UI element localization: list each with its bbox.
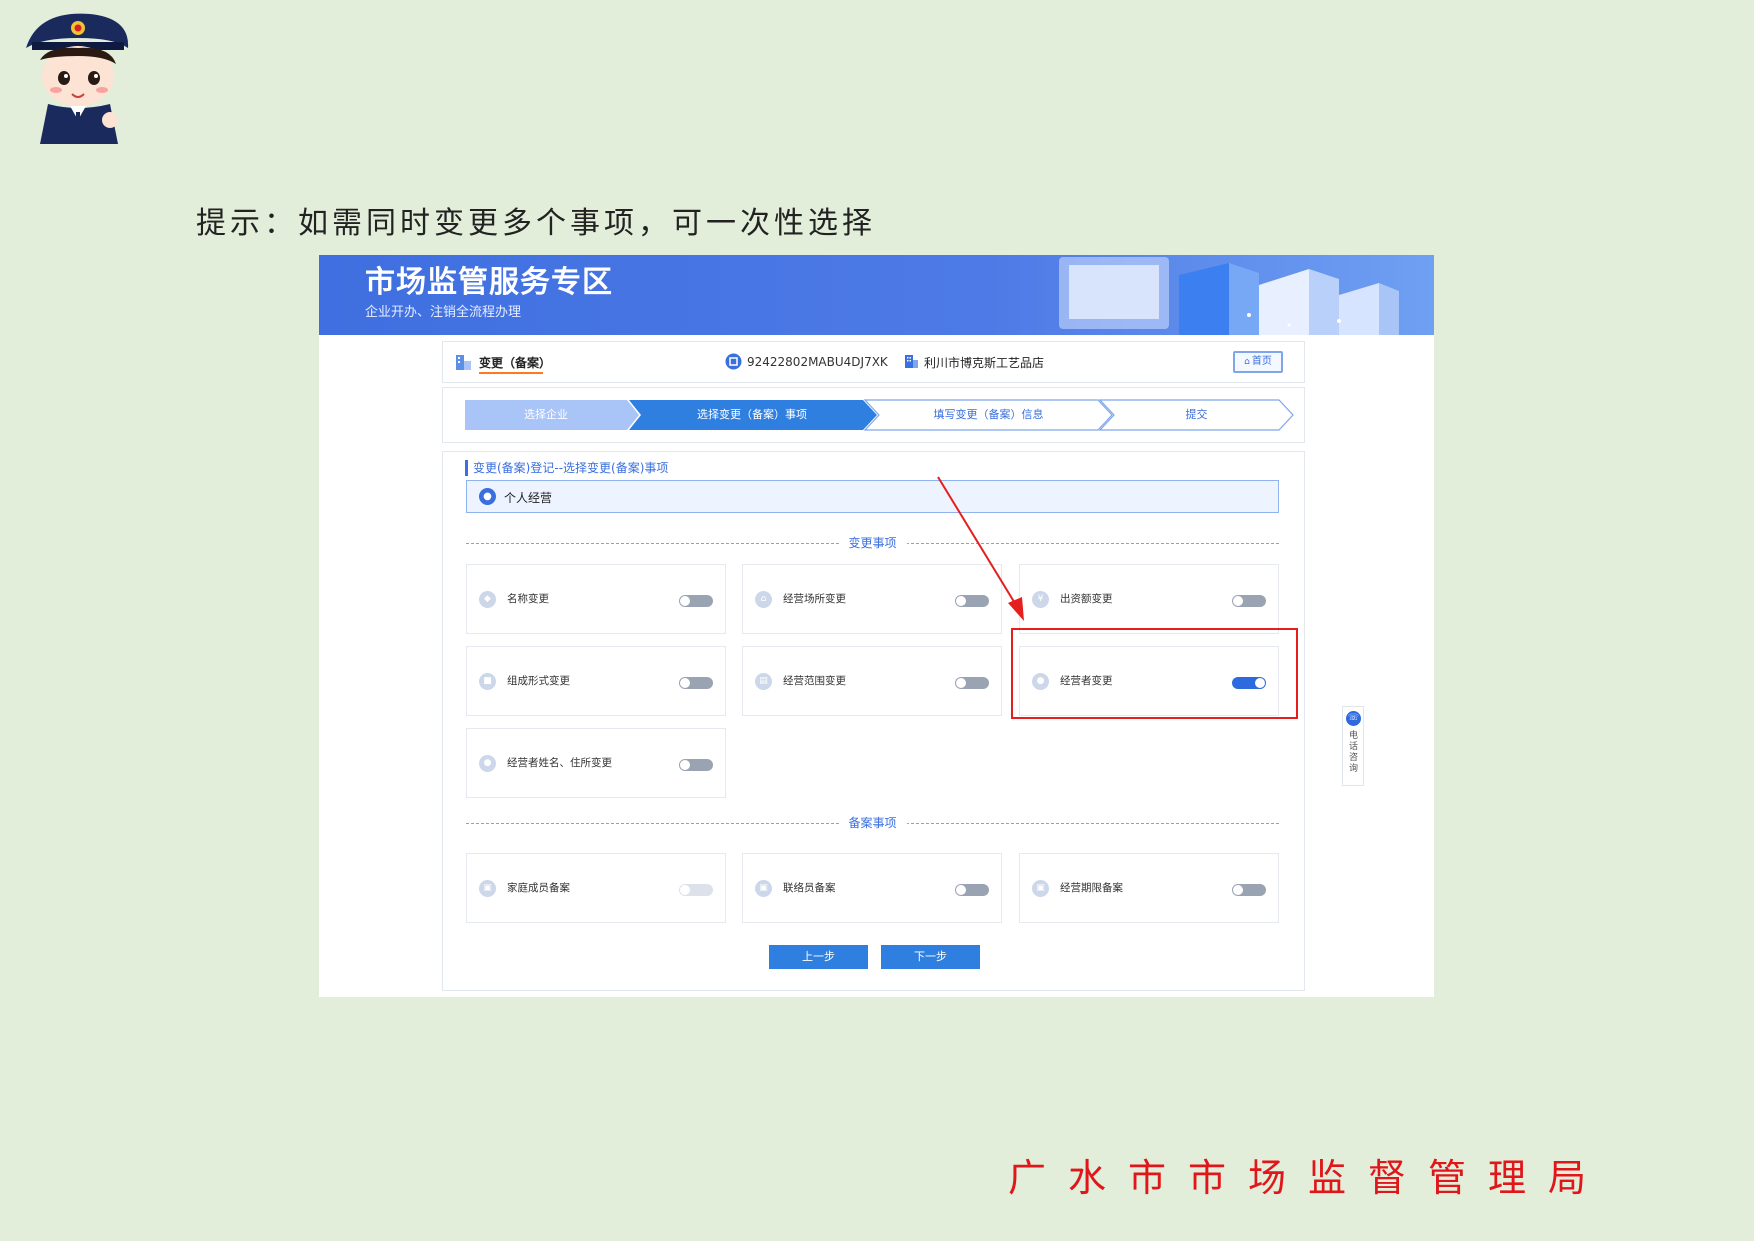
filing-item-toggle[interactable] xyxy=(679,884,713,896)
change-item-card[interactable]: ● 经营者姓名、住所变更 xyxy=(466,728,726,798)
change-items-divider: 变更事项 xyxy=(466,536,1279,550)
step-progress: 选择企业 选择变更（备案）事项 填写变更（备案）信息 提交 xyxy=(442,387,1305,443)
credit-code-icon xyxy=(725,353,742,370)
banner-title: 市场监管服务专区 xyxy=(365,265,613,300)
change-item-label: 名称变更 xyxy=(507,593,549,605)
change-item-card[interactable]: ▤ 经营范围变更 xyxy=(742,646,1002,716)
change-item-card[interactable]: ¥ 出资额变更 xyxy=(1019,564,1279,634)
footer-organization: 广水市市场监督管理局 xyxy=(1008,1156,1609,1200)
phone-consult-tab[interactable]: ☏ 电话咨询 xyxy=(1342,706,1364,786)
title-underline xyxy=(479,372,543,374)
change-item-toggle[interactable] xyxy=(1232,595,1266,607)
change-item-label: 经营范围变更 xyxy=(783,675,846,687)
filing-item-label: 家庭成员备案 xyxy=(507,882,570,894)
home-icon: ⌂ xyxy=(1244,357,1250,367)
building-icon xyxy=(456,355,471,370)
step-select-items: 选择变更（备案）事项 xyxy=(697,408,807,421)
filing-item-card[interactable]: ▣ 经营期限备案 xyxy=(1019,853,1279,923)
tag-icon: ◆ xyxy=(479,591,496,608)
hint-text: 提示：如需同时变更多个事项，可一次性选择 xyxy=(196,206,876,241)
home-button-label: 首页 xyxy=(1251,356,1272,367)
change-item-toggle[interactable] xyxy=(679,595,713,607)
highlight-box xyxy=(1011,628,1298,719)
banner: 市场监管服务专区 企业开办、注销全流程办理 xyxy=(319,255,1434,335)
credit-code: 92422802MABU4DJ7XK xyxy=(747,355,888,369)
document-icon: ▣ xyxy=(1032,880,1049,897)
main-content: 变更(备案)登记--选择变更(备案)事项 ● 个人经营 变更事项 ◆ 名称变更 … xyxy=(442,451,1305,991)
document-icon: ▣ xyxy=(479,880,496,897)
company-name: 利川市博克斯工艺品店 xyxy=(924,356,1045,370)
users-icon: ● xyxy=(479,755,496,772)
home-button[interactable]: ⌂ 首页 xyxy=(1233,351,1283,373)
business-type-bar: ● 个人经营 xyxy=(466,480,1279,513)
prev-button[interactable]: 上一步 xyxy=(769,945,868,969)
phone-icon: ☏ xyxy=(1346,711,1361,726)
step-submit: 提交 xyxy=(1185,408,1208,421)
phone-consult-label: 电话咨询 xyxy=(1349,731,1359,774)
change-item-toggle[interactable] xyxy=(955,677,989,689)
next-button[interactable]: 下一步 xyxy=(881,945,980,969)
red-arrow-annotation xyxy=(937,476,1024,621)
filing-item-toggle[interactable] xyxy=(1232,884,1266,896)
step-select-company: 选择企业 xyxy=(524,408,568,421)
location-icon: ⌂ xyxy=(755,591,772,608)
change-item-toggle[interactable] xyxy=(679,759,713,771)
change-item-label: 经营者姓名、住所变更 xyxy=(507,757,612,769)
filing-item-card[interactable]: ▣ 联络员备案 xyxy=(742,853,1002,923)
change-item-card[interactable]: ■ 组成形式变更 xyxy=(466,646,726,716)
document-icon: ▣ xyxy=(755,880,772,897)
filing-items-divider: 备案事项 xyxy=(466,816,1279,830)
banner-building-illustration xyxy=(1059,257,1399,335)
change-items-header: 变更事项 xyxy=(838,536,907,550)
section-title: 变更(备案)登记--选择变更(备案)事项 xyxy=(465,460,668,476)
change-item-label: 组成形式变更 xyxy=(507,675,570,687)
filing-item-toggle[interactable] xyxy=(955,884,989,896)
scope-icon: ▤ xyxy=(755,673,772,690)
filing-item-label: 经营期限备案 xyxy=(1060,882,1123,894)
banner-subtitle: 企业开办、注销全流程办理 xyxy=(365,305,522,320)
change-item-label: 经营场所变更 xyxy=(783,593,846,605)
app-screenshot: 市场监管服务专区 企业开办、注销全流程办理 变更（备案） 92422802MAB… xyxy=(319,255,1434,997)
step-fill-info: 填写变更（备案）信息 xyxy=(933,408,1044,421)
filing-item-card[interactable]: ▣ 家庭成员备案 xyxy=(466,853,726,923)
business-type-label: 个人经营 xyxy=(504,491,553,505)
filing-item-label: 联络员备案 xyxy=(783,882,836,894)
change-item-toggle[interactable] xyxy=(679,677,713,689)
mascot-logo xyxy=(26,13,129,144)
company-icon xyxy=(905,355,918,368)
business-type-title: 变更（备案） xyxy=(479,356,552,370)
lock-icon: ■ xyxy=(479,673,496,690)
person-icon: ● xyxy=(479,488,496,505)
filing-items-header: 备案事项 xyxy=(838,816,907,830)
change-item-label: 出资额变更 xyxy=(1060,593,1113,605)
change-item-card[interactable]: ◆ 名称变更 xyxy=(466,564,726,634)
business-info-bar: 变更（备案） 92422802MABU4DJ7XK 利川市博克斯工艺品店 ⌂ 首页 xyxy=(442,341,1305,383)
